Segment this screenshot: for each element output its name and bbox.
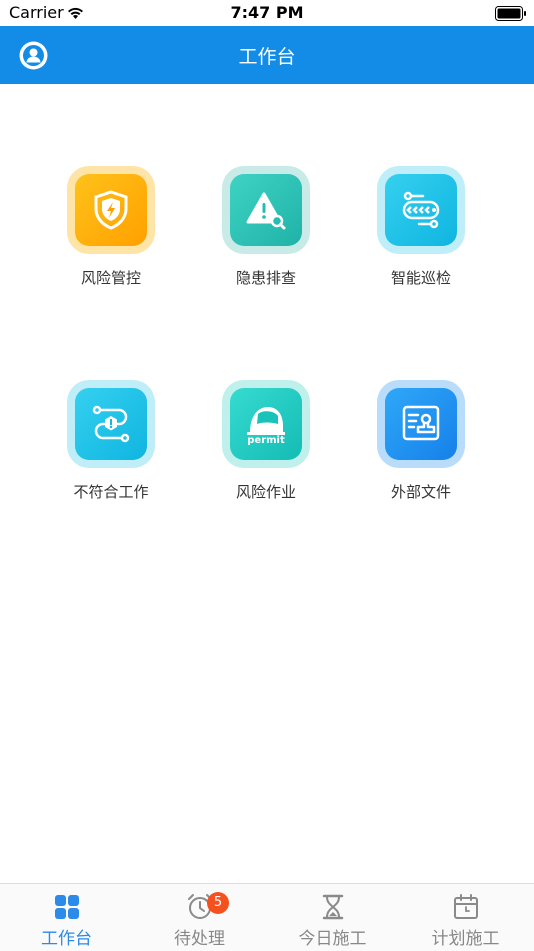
module-external-files[interactable]: 外部文件 [356, 380, 486, 502]
tile-face [230, 174, 302, 246]
module-smart-patrol[interactable]: 智能巡检 [356, 166, 486, 288]
module-label: 隐患排查 [235, 269, 296, 287]
tab-label: 计划施工 [431, 929, 500, 949]
tile-frame [67, 166, 155, 254]
permit-text: permit [247, 435, 285, 446]
calendar-icon [454, 894, 478, 919]
shield-lightning-icon [94, 190, 128, 230]
document-stamp-icon [402, 405, 440, 441]
tab-planned-construction[interactable]: 计划施工 [399, 884, 532, 951]
tile-face [385, 174, 457, 246]
pending-count-badge: 5 [207, 892, 229, 914]
tab-bar: 工作台 待处理 今日施工 计划施工 [0, 883, 534, 951]
grid-icon [55, 895, 79, 919]
warning-search-icon [246, 192, 286, 230]
patrol-route-icon [402, 191, 440, 229]
tab-workbench[interactable]: 工作台 [0, 884, 133, 951]
tile-face [75, 174, 147, 246]
battery-icon [495, 6, 526, 21]
tab-label: 今日施工 [298, 929, 367, 949]
tile-frame [222, 166, 310, 254]
tile-frame: permit [222, 380, 310, 468]
tile-face: permit [230, 388, 302, 460]
tile-face [385, 388, 457, 460]
tab-pending[interactable]: 待处理 [133, 884, 266, 951]
hourglass-icon [322, 894, 344, 920]
module-label: 外部文件 [390, 483, 451, 501]
tile-frame [377, 380, 465, 468]
tile-frame [67, 380, 155, 468]
tab-label: 待处理 [174, 929, 225, 949]
module-nonconforming-work[interactable]: 不符合工作 [46, 380, 176, 502]
helmet-permit-icon: permit [247, 407, 285, 446]
route-warning-icon [92, 405, 130, 443]
page-title: 工作台 [238, 46, 296, 68]
clock: 7:47 PM [230, 3, 304, 22]
status-bar: Carrier 7:47 PM [0, 0, 534, 26]
nav-bar: 工作台 [0, 26, 534, 84]
tile-frame [377, 166, 465, 254]
module-label: 风险管控 [80, 269, 141, 287]
module-risk-operation[interactable]: permit 风险作业 [201, 380, 331, 502]
module-label: 智能巡检 [390, 269, 451, 287]
tab-today-construction[interactable]: 今日施工 [266, 884, 399, 951]
tab-label: 工作台 [41, 929, 92, 949]
tile-face [75, 388, 147, 460]
module-label: 不符合工作 [73, 483, 149, 501]
module-hazard-inspection[interactable]: 隐患排查 [201, 166, 331, 288]
module-label: 风险作业 [235, 483, 296, 501]
module-risk-control[interactable]: 风险管控 [46, 166, 176, 288]
